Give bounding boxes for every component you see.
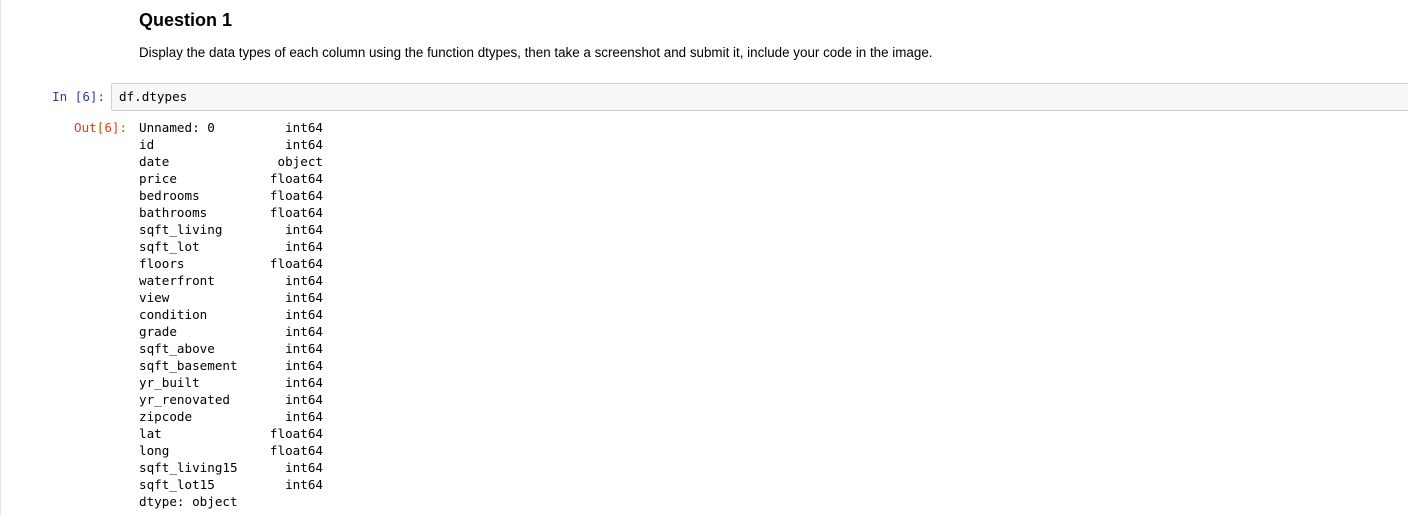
column-name: sqft_basement xyxy=(139,358,238,373)
dtype-row: sqft_living int64 xyxy=(139,221,399,238)
code-cell[interactable]: In [6]: df.dtypes xyxy=(1,83,1408,112)
dtype-row: sqft_basement int64 xyxy=(139,357,399,374)
code-input-area[interactable]: df.dtypes xyxy=(111,83,1408,111)
dtype-row: Unnamed: 0 int64 xyxy=(139,119,399,136)
dtype-row: date object xyxy=(139,153,399,170)
output-prompt: Out[6]: xyxy=(74,120,128,135)
dtype-row: zipcode int64 xyxy=(139,408,399,425)
dtype-row: lat float64 xyxy=(139,425,399,442)
column-name: bathrooms xyxy=(139,205,208,220)
column-dtype: float64 xyxy=(269,256,323,271)
column-dtype: int64 xyxy=(285,307,323,322)
column-name: sqft_above xyxy=(139,341,215,356)
column-dtype: int64 xyxy=(285,290,323,305)
notebook-area: Question 1 Display the data types of eac… xyxy=(0,0,1408,515)
column-dtype: int64 xyxy=(285,273,323,288)
dtype-row: bedrooms float64 xyxy=(139,187,399,204)
column-dtype: int64 xyxy=(285,341,323,356)
dtype-row: bathrooms float64 xyxy=(139,204,399,221)
markdown-cell[interactable]: Question 1 Display the data types of eac… xyxy=(139,8,1339,60)
column-dtype: int64 xyxy=(285,358,323,373)
column-name: view xyxy=(139,290,170,305)
dtype-row: grade int64 xyxy=(139,323,399,340)
column-name: condition xyxy=(139,307,208,322)
column-dtype: float64 xyxy=(269,171,323,186)
column-name: bedrooms xyxy=(139,188,200,203)
column-name: date xyxy=(139,154,170,169)
dtype-footer: dtype: object xyxy=(139,494,238,509)
column-name: yr_built xyxy=(139,375,200,390)
column-name: zipcode xyxy=(139,409,193,424)
column-name: sqft_living15 xyxy=(139,460,238,475)
column-dtype: float64 xyxy=(269,443,323,458)
column-dtype: object xyxy=(277,154,324,169)
dtypes-output: Unnamed: 0 int64 id int64 date object price flo… xyxy=(139,119,399,510)
dtype-row: id int64 xyxy=(139,136,399,153)
column-name: floors xyxy=(139,256,185,271)
dtype-row: yr_renovated int64 xyxy=(139,391,399,408)
dtype-row: price float64 xyxy=(139,170,399,187)
question-heading: Question 1 xyxy=(139,10,233,30)
column-dtype: int64 xyxy=(285,120,323,135)
input-prompt: In [6]: xyxy=(52,89,106,104)
dtype-row: view int64 xyxy=(139,289,399,306)
column-dtype: int64 xyxy=(285,137,323,152)
column-name: sqft_lot15 xyxy=(139,477,215,492)
column-name: price xyxy=(139,171,177,186)
dtype-row: waterfront int64 xyxy=(139,272,399,289)
dtype-row: sqft_living15 int64 xyxy=(139,459,399,476)
dtype-row: long float64 xyxy=(139,442,399,459)
column-dtype: int64 xyxy=(285,239,323,254)
column-name: grade xyxy=(139,324,177,339)
question-text: Display the data types of each column us… xyxy=(139,45,933,60)
column-name: lat xyxy=(139,426,162,441)
column-name: yr_renovated xyxy=(139,392,230,407)
column-name: sqft_living xyxy=(139,222,223,237)
dtype-row: sqft_lot int64 xyxy=(139,238,399,255)
code-text[interactable]: df.dtypes xyxy=(119,84,187,110)
dtype-row: condition int64 xyxy=(139,306,399,323)
dtype-list: Unnamed: 0 int64 id int64 date object price flo… xyxy=(139,119,399,493)
column-name: Unnamed: 0 xyxy=(139,120,215,135)
column-dtype: int64 xyxy=(285,409,323,424)
dtype-row: yr_built int64 xyxy=(139,374,399,391)
dtype-row: floors float64 xyxy=(139,255,399,272)
column-dtype: int64 xyxy=(285,324,323,339)
column-name: sqft_lot xyxy=(139,239,200,254)
dtype-row: sqft_lot15 int64 xyxy=(139,476,399,493)
column-dtype: float64 xyxy=(269,426,323,441)
column-dtype: int64 xyxy=(285,460,323,475)
column-name: long xyxy=(139,443,170,458)
column-dtype: float64 xyxy=(269,188,323,203)
column-dtype: int64 xyxy=(285,222,323,237)
column-name: waterfront xyxy=(139,273,215,288)
column-dtype: int64 xyxy=(285,375,323,390)
column-name: id xyxy=(139,137,155,152)
column-dtype: int64 xyxy=(285,477,323,492)
column-dtype: float64 xyxy=(269,205,323,220)
dtype-row: sqft_above int64 xyxy=(139,340,399,357)
column-dtype: int64 xyxy=(285,392,323,407)
